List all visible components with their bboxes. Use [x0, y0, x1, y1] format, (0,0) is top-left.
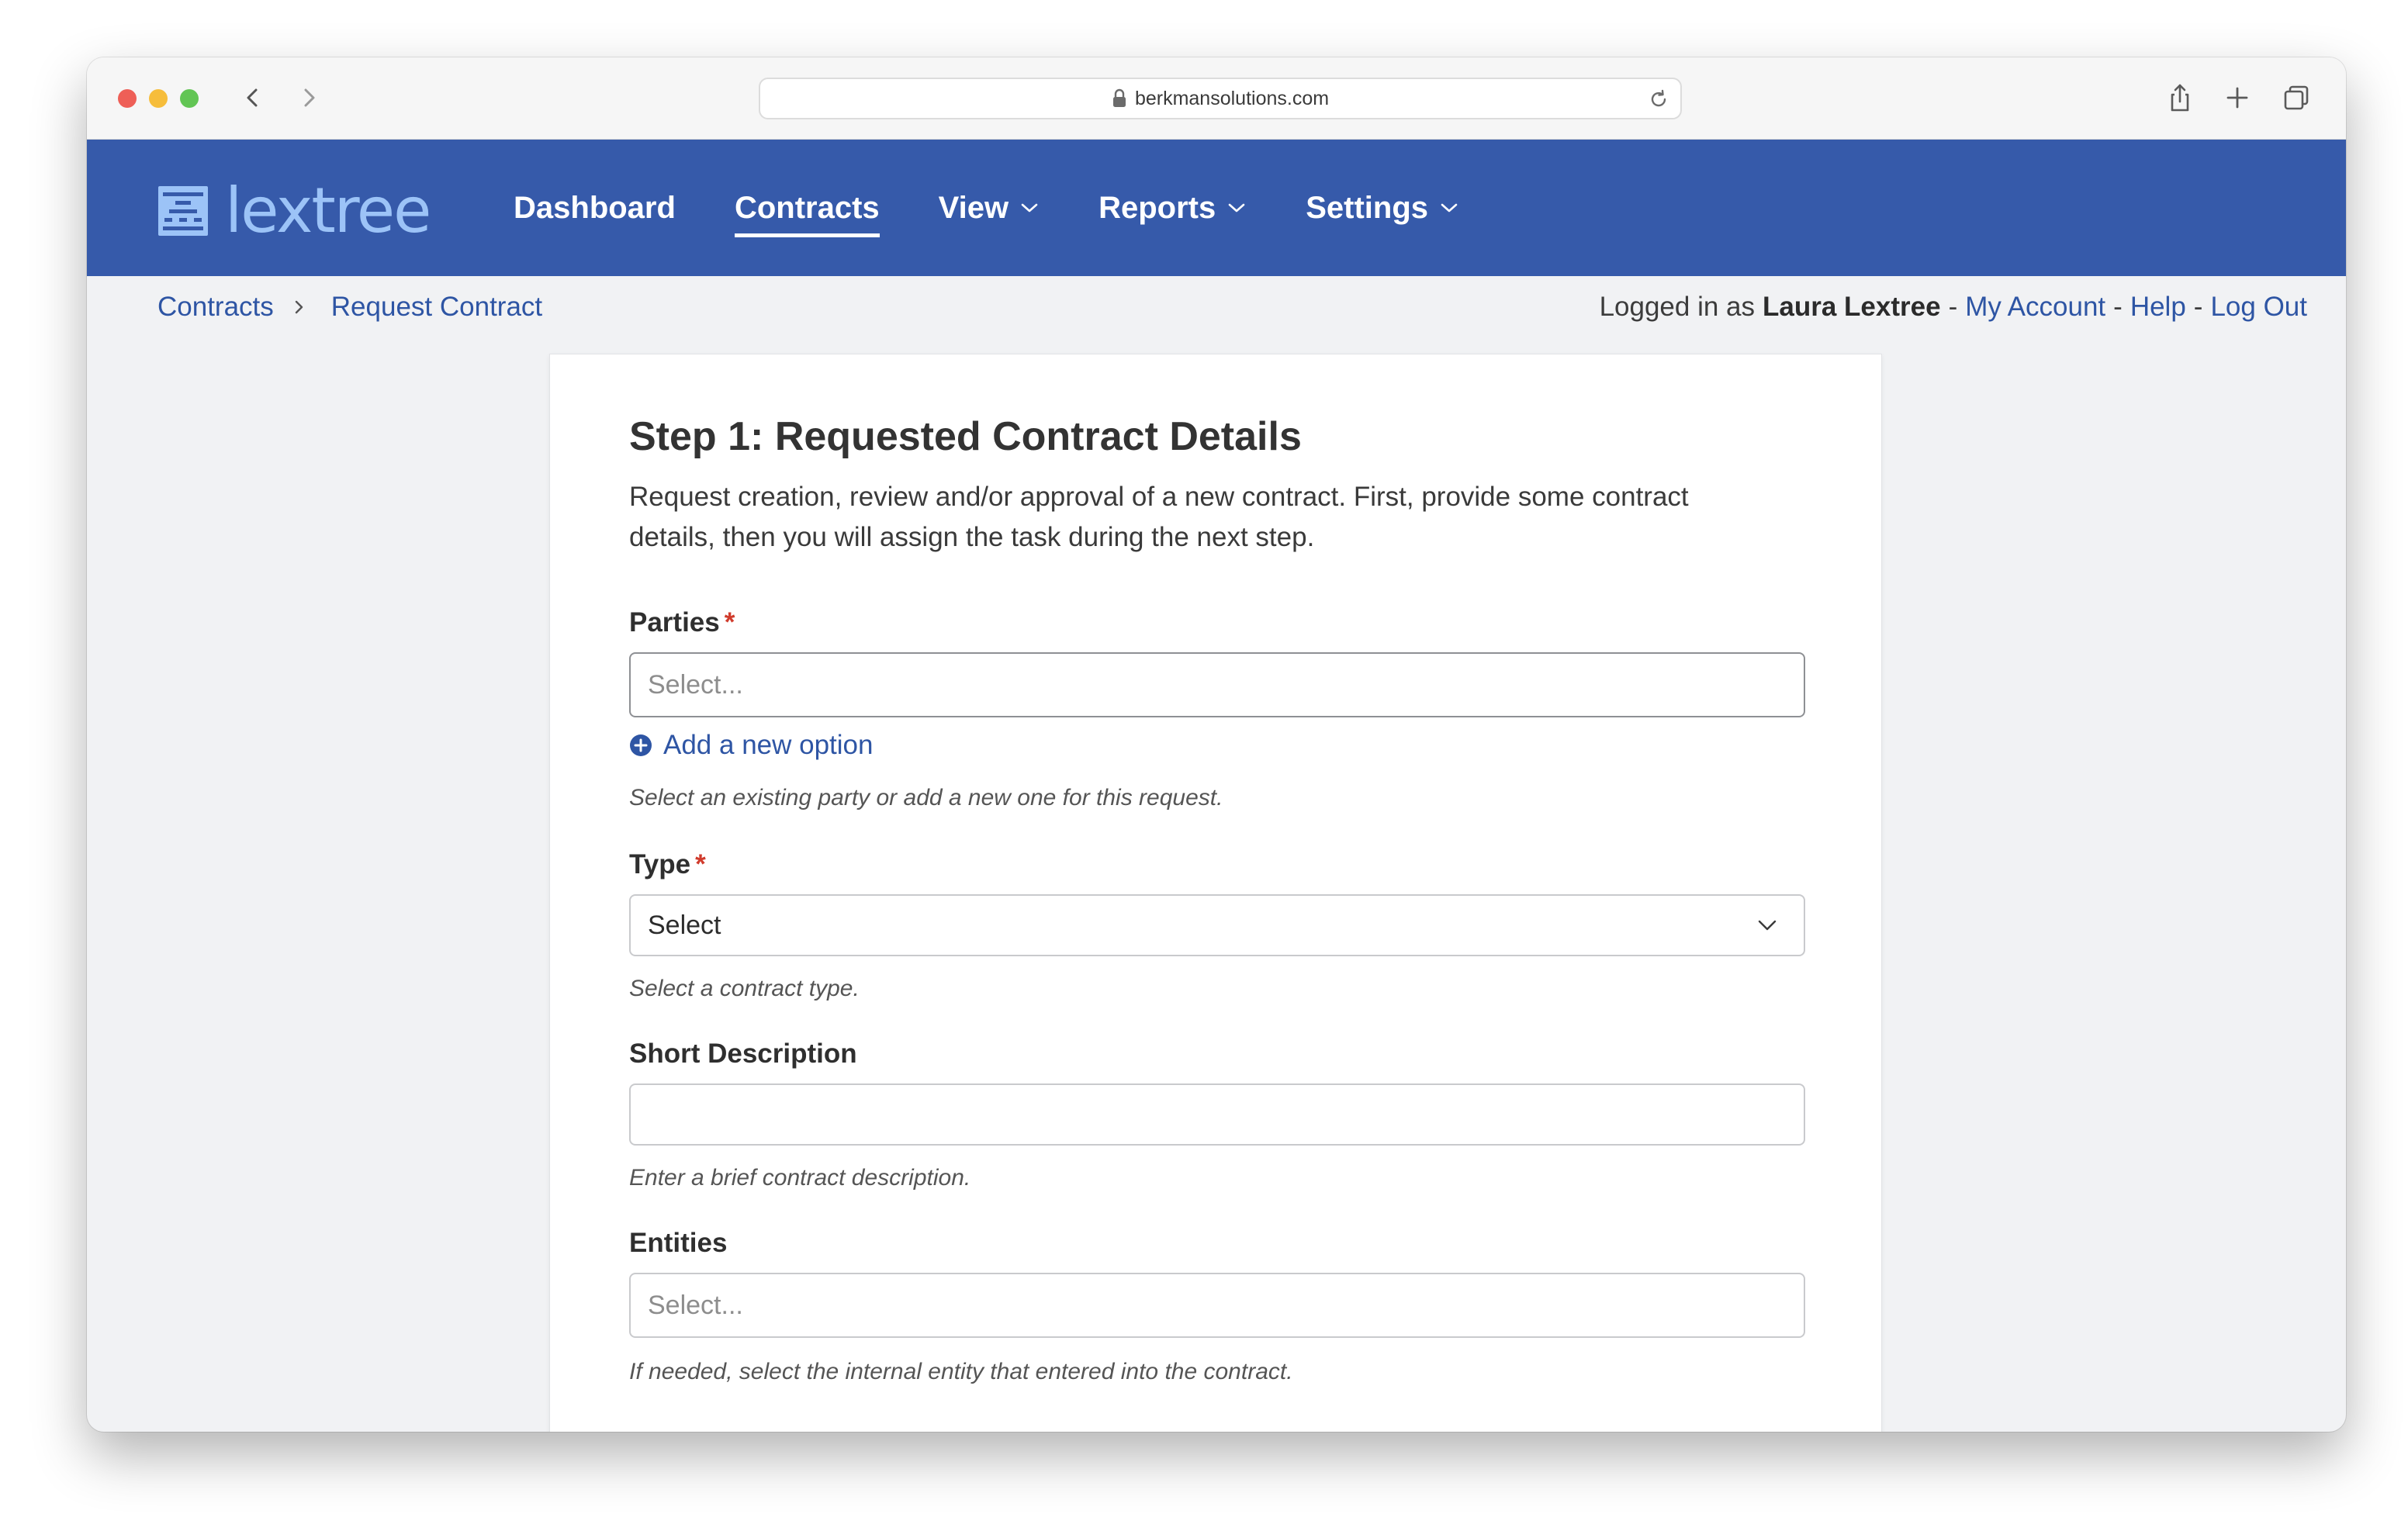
page-title: Step 1: Requested Contract Details: [629, 414, 1302, 459]
chevron-right-icon: [295, 300, 303, 314]
separator: -: [2113, 292, 2123, 322]
my-account-link[interactable]: My Account: [1965, 292, 2105, 323]
nav-view-label: View: [938, 190, 1009, 225]
lextree-logo[interactable]: lextree: [158, 175, 431, 247]
breadcrumb-contracts-link[interactable]: Contracts: [157, 292, 274, 323]
nav-reports-dropdown[interactable]: Reports: [1098, 185, 1247, 231]
forward-arrow-icon[interactable]: [292, 81, 326, 115]
plus-circle-icon: [630, 734, 652, 756]
breadcrumb: Contracts Request Contract: [157, 292, 542, 323]
url-text: berkmansolutions.com: [1134, 87, 1330, 109]
new-tab-icon[interactable]: [2220, 81, 2254, 115]
close-window-button[interactable]: [118, 89, 137, 108]
nav-settings-label: Settings: [1306, 190, 1429, 225]
help-link[interactable]: Help: [2130, 292, 2186, 323]
breadcrumb-request-contract-link[interactable]: Request Contract: [331, 292, 542, 323]
user-name: Laura Lextree: [1763, 292, 1941, 322]
chevron-down-icon: [1441, 203, 1458, 213]
add-new-option-label: Add a new option: [663, 730, 874, 760]
short-description-label: Short Description: [629, 1039, 857, 1069]
add-new-option-link[interactable]: Add a new option: [629, 728, 873, 762]
log-out-link[interactable]: Log Out: [2210, 292, 2307, 323]
chevron-down-icon: [1021, 203, 1038, 213]
entities-label: Entities: [629, 1228, 728, 1258]
required-marker: *: [724, 607, 735, 638]
separator: -: [1948, 292, 1958, 322]
parties-select[interactable]: Select...: [629, 652, 1805, 717]
logo-text: lextree: [225, 175, 431, 247]
short-description-input[interactable]: [629, 1083, 1805, 1146]
share-icon[interactable]: [2163, 81, 2197, 115]
nav-contracts-label: Contracts: [734, 190, 880, 225]
browser-toolbar: berkmansolutions.com: [87, 57, 2346, 140]
parties-help: Select an existing party or add a new on…: [629, 785, 1223, 810]
entities-select[interactable]: Select...: [629, 1273, 1805, 1338]
app-header: lextree Dashboard Contracts View Reports: [87, 140, 2346, 276]
tabs-overview-icon[interactable]: [2279, 81, 2313, 115]
nav-view-dropdown[interactable]: View: [939, 185, 1040, 231]
lock-icon: [1112, 88, 1126, 107]
type-help: Select a contract type.: [629, 976, 860, 1001]
form-intro: Request creation, review and/or approval…: [629, 482, 1689, 552]
zoom-window-button[interactable]: [180, 89, 199, 108]
entities-placeholder: Select...: [648, 1290, 743, 1320]
back-arrow-icon[interactable]: [236, 81, 270, 115]
minimize-window-button[interactable]: [149, 89, 168, 108]
parties-label: Parties *: [629, 607, 735, 638]
account-links: Logged in as Laura Lextree - My Account …: [1600, 292, 2307, 323]
chevron-down-icon: [1228, 203, 1245, 213]
nav-dashboard-label: Dashboard: [514, 190, 676, 225]
nav-reports-label: Reports: [1098, 190, 1216, 225]
logged-in-prefix: Logged in as: [1599, 292, 1756, 322]
short-description-help: Enter a brief contract description.: [629, 1165, 971, 1191]
chevron-down-icon: [1758, 920, 1777, 931]
logo-mark-icon: [158, 186, 208, 236]
type-label: Type *: [629, 849, 706, 880]
parties-placeholder: Select...: [648, 669, 743, 700]
nav-dashboard[interactable]: Dashboard: [514, 185, 676, 231]
request-contract-form: Step 1: Requested Contract Details Reque…: [629, 413, 1805, 1384]
address-bar[interactable]: berkmansolutions.com: [759, 78, 1682, 119]
breadcrumb-bar: Contracts Request Contract Logged in as …: [87, 276, 2346, 338]
type-select[interactable]: Select: [629, 894, 1805, 956]
required-marker: *: [695, 849, 706, 880]
entities-help: If needed, select the internal entity th…: [629, 1359, 1293, 1384]
main-nav: Dashboard Contracts View Reports Setting…: [514, 140, 1518, 276]
nav-contracts[interactable]: Contracts: [734, 185, 880, 237]
browser-window: berkmansolutions.com lextree Dashboard C…: [87, 57, 2346, 1432]
nav-settings-dropdown[interactable]: Settings: [1306, 185, 1459, 231]
separator: -: [2193, 292, 2203, 322]
reload-icon[interactable]: [1648, 88, 1669, 110]
request-contract-card: Step 1: Requested Contract Details Reque…: [549, 354, 1882, 1432]
type-selected-value: Select: [648, 910, 721, 940]
